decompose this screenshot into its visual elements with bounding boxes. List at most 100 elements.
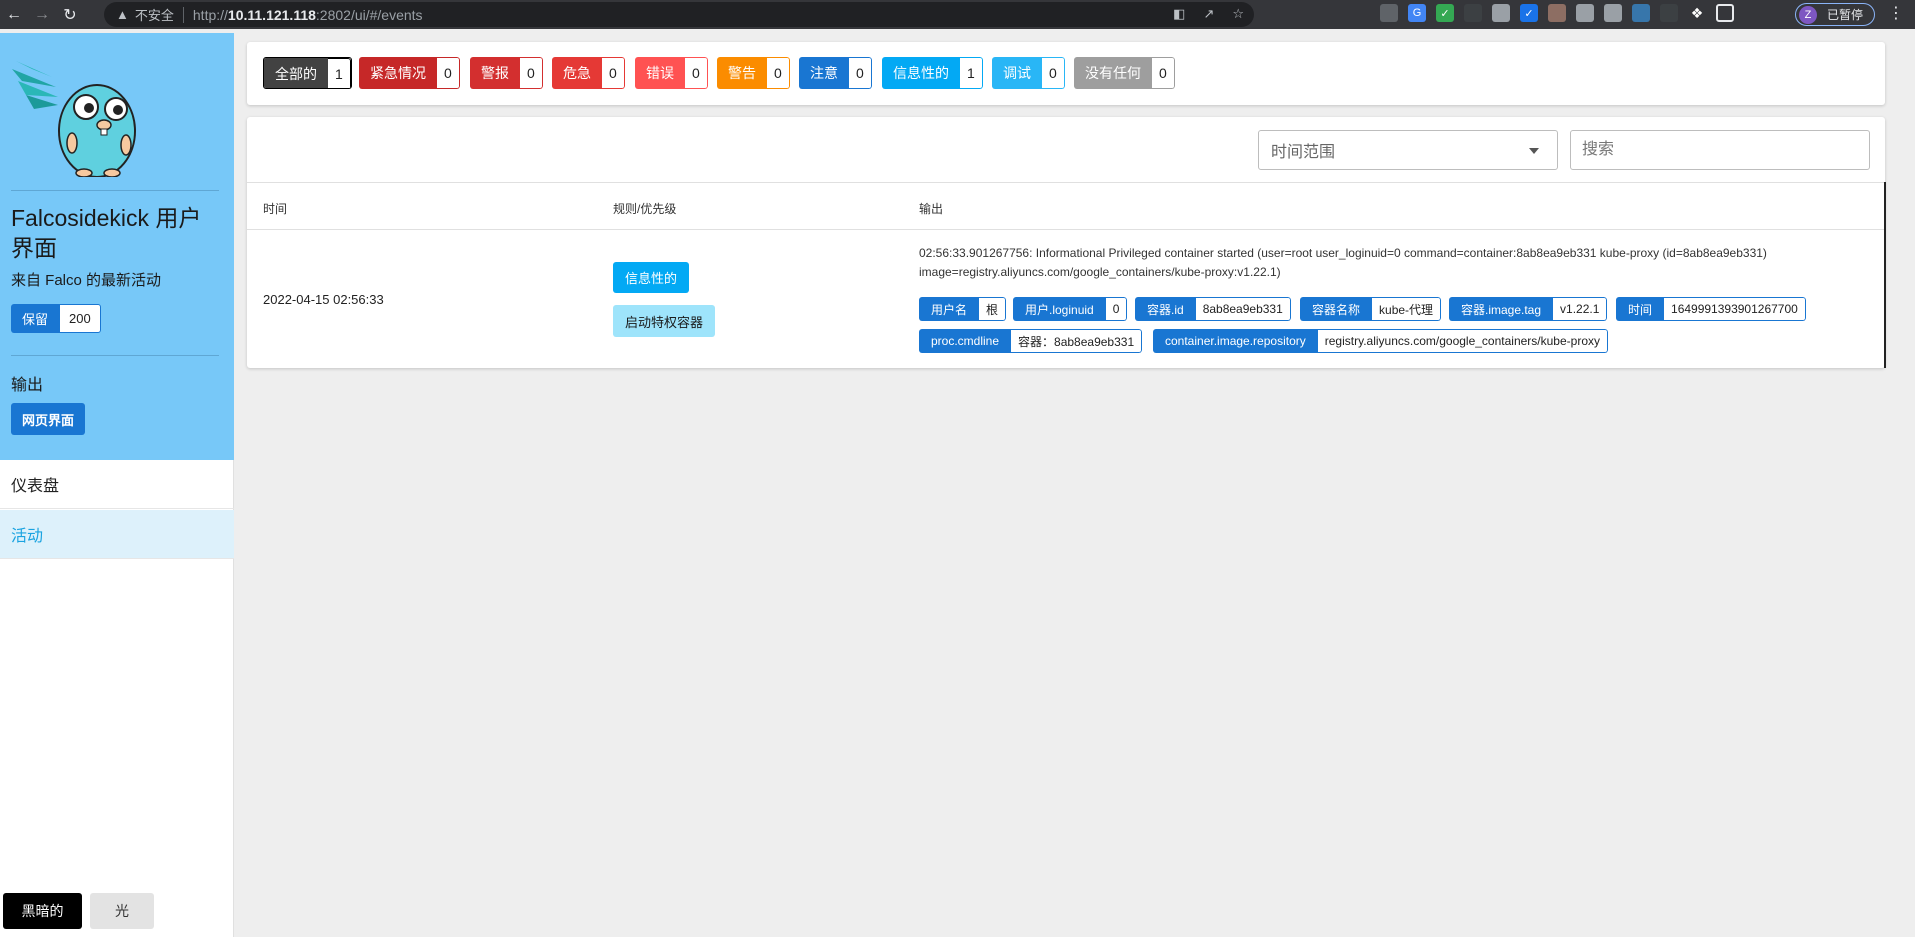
avatar: Z [1799,5,1817,24]
translate-icon[interactable]: ◧ [1173,6,1185,22]
filter-chip[interactable]: 注意 0 [799,57,872,89]
field-key: 时间 [1616,297,1665,321]
reload-icon[interactable]: ↻ [56,0,84,29]
app-subtitle: 来自 Falco 的最新活动 [11,272,162,289]
column-header-time[interactable]: 时间 [263,200,287,217]
app-title: Falcosidekick 用户界面 [11,205,202,261]
filter-label: 信息性的 [882,57,960,89]
table-header: 时间 规则/优先级 输出 [247,182,1885,230]
check-icon[interactable]: ✓ [1520,4,1538,22]
light-theme-button[interactable]: 光 [90,893,154,929]
share-icon[interactable]: ↗ [1203,6,1214,22]
time-range-select[interactable]: 时间范围 [1258,130,1558,170]
priority-chip[interactable]: 信息性的 [613,262,690,293]
url-scheme: http:// [192,6,228,23]
filter-label: 错误 [635,57,685,89]
chat-extension-icon[interactable] [1604,4,1622,22]
output-field: 用户.loginuid 0 [1013,297,1128,321]
filter-count: 0 [437,57,460,89]
output-field: proc.cmdline 容器：8ab8ea9eb331 [919,329,1143,353]
google-translate-icon[interactable]: G [1408,4,1426,22]
sidebar-item-dashboard[interactable]: 仪表盘 [0,460,234,509]
time-range-placeholder: 时间范围 [1271,144,1336,161]
output-field: 时间 1649991393901267700 [1616,297,1806,321]
column-header-rule[interactable]: 规则/优先级 [613,200,676,217]
address-bar[interactable]: ▲ 不安全 http://10.11.121.118:2802/ui/#/eve… [104,2,1254,27]
field-value: registry.aliyuncs.com/google_containers/… [1317,329,1608,353]
back-icon[interactable]: ← [0,0,28,29]
field-value: 8ab8ea9eb331 [1195,297,1291,321]
chart-extension-icon[interactable] [1576,4,1594,22]
sidebar-divider [11,190,219,191]
filter-label: 调试 [992,57,1042,89]
filter-count: 0 [1152,57,1175,89]
filter-chip[interactable]: 紧急情况 0 [359,57,460,89]
dropdown-arrow-icon [1529,148,1539,154]
dark-theme-button[interactable]: 黑暗的 [3,893,82,929]
filter-chip[interactable]: 警告 0 [717,57,790,89]
filter-count: 1 [328,58,351,88]
output-field: 容器名称 kube-代理 [1300,297,1442,321]
more-menu-icon[interactable]: ⋮ [1888,3,1904,23]
extension-icon[interactable] [1492,4,1510,22]
rule-chip[interactable]: 启动特权容器 [613,305,716,337]
extensions-bar: G ✓ ✓ ❖ [1380,4,1734,22]
python-icon[interactable] [1632,4,1650,22]
sidepanel-icon[interactable] [1716,4,1734,22]
filter-label: 全部的 [264,58,328,88]
field-key: proc.cmdline [919,329,1012,353]
field-value: v1.22.1 [1553,297,1608,321]
browser-toolbar: ← → ↻ ▲ 不安全 http://10.11.121.118:2802/ui… [0,0,1915,29]
warning-icon: ▲ [116,7,129,22]
url-host: 10.11.121.118 [227,6,316,23]
output-label: 输出 [11,377,44,394]
bookmark-star-icon[interactable]: ☆ [1232,6,1244,22]
omnibox-divider [182,6,184,23]
filter-chip[interactable]: 警报 0 [470,57,543,89]
filter-count: 0 [767,57,790,89]
sidebar: Falcosidekick 用户界面 来自 Falco 的最新活动 保留 200… [0,33,234,937]
field-value: 1649991393901267700 [1664,297,1806,321]
event-output: 02:56:33.901267756: Informational Privil… [919,246,1767,279]
forward-icon[interactable]: → [28,0,56,29]
filter-chip[interactable]: 危急 0 [552,57,625,89]
filter-label: 紧急情况 [359,57,437,89]
sidebar-item-events[interactable]: 活动 [0,510,234,559]
filter-label: 危急 [552,57,602,89]
extension-icon[interactable] [1380,4,1398,22]
field-key: 容器.image.tag [1449,297,1554,321]
falco-gopher-logo [12,61,136,177]
profile-status: 已暂停 [1827,8,1864,22]
output-field: 容器.id 8ab8ea9eb331 [1135,297,1291,321]
filter-label: 警告 [717,57,767,89]
filter-chip[interactable]: 没有任何 0 [1074,57,1175,89]
terminal-icon[interactable] [1660,4,1678,22]
retain-value: 200 [59,304,101,333]
retain-chip: 保留 200 [11,304,101,333]
filter-chip[interactable]: 全部的 1 [263,57,352,89]
filter-count: 0 [520,57,543,89]
filter-count: 0 [849,57,872,89]
scroll-edge [1884,182,1886,368]
image-extension-icon[interactable] [1548,4,1566,22]
field-value: 0 [1105,297,1128,321]
search-input[interactable] [1570,130,1870,170]
output-field: 容器.image.tag v1.22.1 [1449,297,1608,321]
cloud-icon[interactable] [1464,4,1482,22]
shield-icon[interactable]: ✓ [1436,4,1454,22]
field-value: 容器：8ab8ea9eb331 [1011,329,1143,353]
filter-label: 没有任何 [1074,57,1152,89]
web-ui-button[interactable]: 网页界面 [11,403,86,435]
column-header-output[interactable]: 输出 [919,200,943,217]
field-key: container.image.repository [1153,329,1318,353]
filter-count: 1 [960,57,983,89]
filter-chip[interactable]: 错误 0 [635,57,708,89]
profile-button[interactable]: Z 已暂停 [1795,3,1875,26]
filter-label: 警报 [470,57,520,89]
sidebar-header: Falcosidekick 用户界面 来自 Falco 的最新活动 保留 200… [0,33,234,460]
filter-chip[interactable]: 信息性的 1 [882,57,983,89]
field-key: 容器名称 [1300,297,1373,321]
filter-count: 0 [1042,57,1065,89]
puzzle-icon[interactable]: ❖ [1688,4,1706,22]
filter-chip[interactable]: 调试 0 [992,57,1065,89]
